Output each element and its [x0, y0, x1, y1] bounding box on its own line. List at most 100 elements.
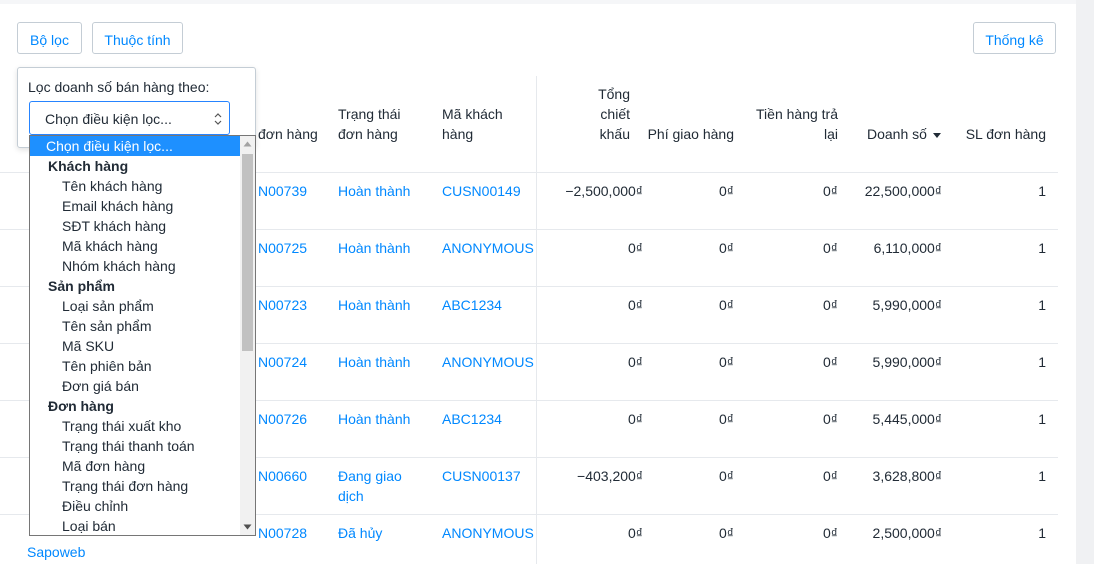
attribute-button[interactable]: Thuộc tính — [92, 22, 183, 54]
header-discount-line2: chiết — [600, 106, 630, 122]
header-revenue[interactable]: Doanh số — [867, 124, 941, 144]
header-order-count: SL đơn hàng — [965, 126, 1046, 142]
revenue-value: 5,445,000₫ — [872, 411, 942, 427]
shipping-fee-value: 0₫ — [719, 525, 734, 541]
dropdown-option[interactable]: Tên sản phẩm — [30, 316, 240, 336]
order-status-link[interactable]: Hoàn thành — [338, 295, 410, 315]
returned-amount-value: 0₫ — [823, 183, 838, 199]
order-status-link[interactable]: Hoàn thành — [338, 409, 410, 429]
customer-code-link[interactable]: ANONYMOUS — [442, 352, 534, 372]
dropdown-option[interactable]: Trạng thái thanh toán — [30, 436, 240, 456]
order-status-link[interactable]: Hoàn thành — [338, 238, 410, 258]
returned-amount-value: 0₫ — [823, 525, 838, 541]
dropdown-group-label: Sản phẩm — [48, 278, 115, 294]
dropdown-option[interactable]: Đơn giá bán — [30, 376, 240, 396]
dropdown-group-label: Khách hàng — [48, 158, 129, 174]
dropdown-option[interactable]: Loại bán — [30, 516, 240, 535]
customer-code-link[interactable]: ANONYMOUS — [442, 238, 534, 258]
order-status-link[interactable]: Hoàn thành — [338, 181, 410, 201]
revenue-value: 6,110,000₫ — [873, 240, 942, 256]
scroll-down-arrow-icon[interactable] — [243, 524, 252, 530]
filter-button[interactable]: Bộ lọc — [17, 22, 82, 54]
order-count-value: 1 — [1038, 354, 1046, 370]
order-status-link[interactable]: Đang giao — [338, 466, 402, 486]
dropdown-option[interactable]: Nhóm khách hàng — [30, 256, 240, 276]
filter-condition-select-value: Chọn điều kiện lọc... — [45, 111, 172, 127]
customer-code-link[interactable]: ABC1234 — [442, 409, 502, 429]
revenue-value: 22,500,000₫ — [864, 183, 942, 199]
order-count-value: 1 — [1038, 468, 1046, 484]
header-returned-amount-line2: lại — [823, 126, 838, 142]
order-code-link[interactable]: N00739 — [258, 181, 307, 201]
left-column-fragment[interactable]: Sapoweb — [27, 544, 85, 560]
returned-amount-value: 0₫ — [823, 468, 838, 484]
order-code-link[interactable]: N00724 — [258, 352, 307, 372]
dropdown-option[interactable]: Điều chỉnh — [30, 496, 240, 516]
header-returned-amount-line1: Tiền hàng trả — [756, 106, 838, 122]
discount-value: −2,500,000₫ — [565, 183, 643, 199]
order-code-link[interactable]: N00660 — [258, 466, 307, 486]
discount-value: 0₫ — [628, 411, 643, 427]
order-count-value: 1 — [1038, 525, 1046, 541]
discount-value: 0₫ — [628, 240, 643, 256]
customer-code-link[interactable]: ABC1234 — [442, 295, 502, 315]
dropdown-option[interactable]: Tên khách hàng — [30, 176, 240, 196]
revenue-value: 5,990,000₫ — [872, 354, 942, 370]
shipping-fee-value: 0₫ — [719, 354, 734, 370]
dropdown-option[interactable]: Mã đơn hàng — [30, 456, 240, 476]
order-code-link[interactable]: N00726 — [258, 409, 307, 429]
discount-value: 0₫ — [628, 297, 643, 313]
shipping-fee-value: 0₫ — [719, 297, 734, 313]
customer-code-link[interactable]: CUSN00137 — [442, 466, 521, 486]
dropdown-option[interactable]: Trạng thái đơn hàng — [30, 476, 240, 496]
order-status-link-line2[interactable]: dịch — [338, 486, 364, 506]
order-count-value: 1 — [1038, 411, 1046, 427]
dropdown-scrollbar-thumb[interactable] — [242, 154, 253, 351]
filter-condition-dropdown[interactable]: Chọn điều kiện lọc... Khách hàng Tên khách… — [29, 135, 256, 536]
scroll-up-arrow-icon[interactable] — [243, 141, 252, 147]
customer-code-link[interactable]: CUSN00149 — [442, 181, 521, 201]
order-code-link[interactable]: N00728 — [258, 523, 307, 543]
sort-desc-icon — [932, 132, 941, 138]
dropdown-option[interactable]: Loại sản phẩm — [30, 296, 240, 316]
revenue-value: 5,990,000₫ — [872, 297, 942, 313]
order-count-value: 1 — [1038, 183, 1046, 199]
header-customer-code-line2: hàng — [442, 126, 474, 142]
revenue-value: 3,628,800₫ — [872, 468, 942, 484]
shipping-fee-value: 0₫ — [719, 468, 734, 484]
customer-code-link[interactable]: ANONYMOUS — [442, 523, 534, 543]
statistics-button[interactable]: Thống kê — [973, 22, 1056, 54]
header-order-status-line2: đơn hàng — [338, 126, 398, 142]
returned-amount-value: 0₫ — [823, 354, 838, 370]
dropdown-option-list: Chọn điều kiện lọc... Khách hàng Tên khách… — [30, 136, 240, 535]
dropdown-option-selected[interactable]: Chọn điều kiện lọc... — [30, 136, 240, 156]
order-count-value: 1 — [1038, 297, 1046, 313]
order-status-link[interactable]: Hoàn thành — [338, 352, 410, 372]
returned-amount-value: 0₫ — [823, 297, 838, 313]
order-code-link[interactable]: N00725 — [258, 238, 307, 258]
order-count-value: 1 — [1038, 240, 1046, 256]
select-updown-icon — [214, 113, 222, 125]
dropdown-option[interactable]: Email khách hàng — [30, 196, 240, 216]
header-discount-line1: Tổng — [598, 86, 630, 102]
dropdown-option[interactable]: SĐT khách hàng — [30, 216, 240, 236]
filter-popover-title: Lọc doanh số bán hàng theo: — [28, 79, 210, 95]
dropdown-group-label: Đơn hàng — [48, 398, 114, 414]
dropdown-scrollbar[interactable] — [240, 136, 255, 535]
dropdown-option[interactable]: Mã khách hàng — [30, 236, 240, 256]
dropdown-option[interactable]: Trạng thái xuất kho — [30, 416, 240, 436]
shipping-fee-value: 0₫ — [719, 240, 734, 256]
header-order-code: đơn hàng — [258, 126, 318, 142]
discount-value: −403,200₫ — [577, 468, 643, 484]
filter-condition-select[interactable]: Chọn điều kiện lọc... — [29, 101, 230, 135]
header-revenue-label: Doanh số — [867, 126, 927, 142]
order-code-link[interactable]: N00723 — [258, 295, 307, 315]
header-shipping-fee: Phí giao hàng — [647, 126, 734, 142]
header-discount-line3: khấu — [599, 126, 630, 142]
dropdown-option[interactable]: Mã SKU — [30, 336, 240, 356]
order-status-link[interactable]: Đã hủy — [338, 523, 382, 543]
dropdown-option[interactable]: Tên phiên bản — [30, 356, 240, 376]
discount-value: 0₫ — [628, 525, 643, 541]
shipping-fee-value: 0₫ — [719, 411, 734, 427]
header-order-status-line1: Trạng thái — [338, 106, 401, 122]
